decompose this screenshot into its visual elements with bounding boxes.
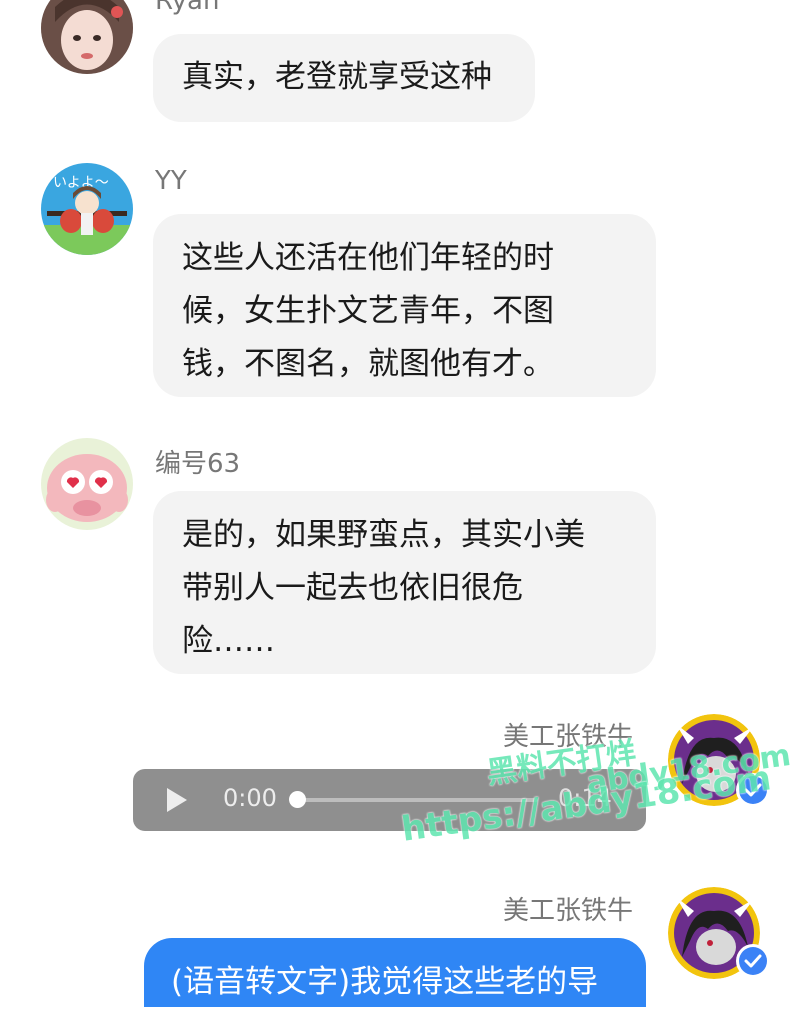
audio-progress-track[interactable] bbox=[293, 798, 538, 802]
message-line: 钱，不图名，就图他有才。 bbox=[182, 346, 554, 382]
avatar-yy[interactable]: いよよ〜 bbox=[41, 163, 133, 255]
avatar-ryan[interactable] bbox=[41, 0, 133, 74]
message-bubble[interactable]: 这些人还活在他们年轻的时 候，女生扑文艺青年，不图 钱，不图名，就图他有才。 bbox=[153, 214, 656, 397]
audio-progress-knob[interactable] bbox=[289, 791, 306, 808]
sender-name: YY bbox=[155, 166, 187, 196]
message-text: (语音转文字)我觉得这些老的导 bbox=[171, 964, 599, 1000]
message-line: 险…… bbox=[182, 623, 275, 659]
message-bubble-self[interactable]: (语音转文字)我觉得这些老的导 bbox=[144, 938, 646, 1007]
sender-name: 美工张铁牛 bbox=[503, 896, 634, 926]
play-icon[interactable] bbox=[165, 786, 189, 818]
verified-badge bbox=[736, 773, 770, 807]
audio-current-time: 0:00 bbox=[223, 784, 277, 812]
message-text: 真实，老登就享受这种 bbox=[182, 59, 492, 95]
message-line: 候，女生扑文艺青年，不图 bbox=[182, 293, 554, 329]
sender-name: 美工张铁牛 bbox=[503, 722, 634, 752]
message-line: 带别人一起去也依旧很危 bbox=[182, 570, 523, 606]
message-line: 是的，如果野蛮点，其实小美 bbox=[182, 517, 585, 553]
verified-badge bbox=[736, 944, 770, 978]
audio-duration: 0:14 bbox=[558, 784, 612, 812]
audio-player[interactable]: 0:00 0:14 bbox=[133, 769, 646, 831]
sender-name: Ryan bbox=[155, 0, 220, 16]
message-bubble[interactable]: 是的，如果野蛮点，其实小美 带别人一起去也依旧很危 险…… bbox=[153, 491, 656, 674]
sender-name: 编号63 bbox=[155, 449, 241, 479]
message-bubble[interactable]: 真实，老登就享受这种 bbox=[153, 34, 535, 122]
message-line: 这些人还活在他们年轻的时 bbox=[182, 240, 554, 276]
avatar-biaohao63[interactable] bbox=[41, 438, 133, 530]
